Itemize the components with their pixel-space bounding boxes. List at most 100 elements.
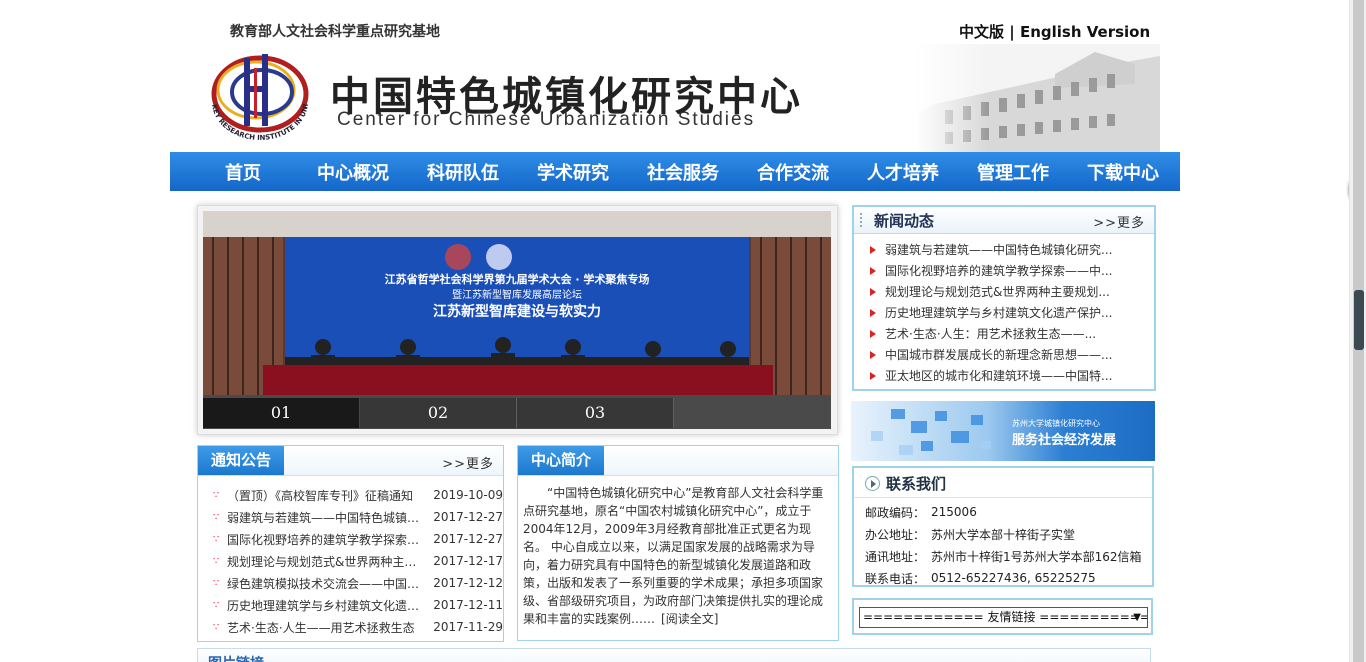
list-item: ∵ （置顶）《高校智库专刊》征稿通知 2019-10-09 bbox=[213, 484, 503, 506]
slide-photo[interactable]: 江苏省哲学社会科学界第九届学术大会 · 学术聚焦专场 暨江苏新型智库发展高层论坛… bbox=[203, 211, 831, 429]
bullet-icon: ∵ bbox=[213, 599, 220, 611]
notice-link[interactable]: 艺术·生态·人生——用艺术拯救生态 bbox=[227, 619, 422, 636]
contact-key: 邮政编码： bbox=[865, 505, 926, 520]
contact-value: 0512-65227436, 65225275 bbox=[931, 571, 1096, 585]
bullet-icon: ∵ bbox=[213, 577, 220, 589]
contact-value: 215006 bbox=[931, 505, 977, 519]
news-title: 新闻动态 bbox=[874, 212, 935, 230]
news-more-link[interactable]: >>更多 bbox=[1093, 212, 1145, 231]
page: 教育部人文社会科学重点研究基地 中文版 | English Version KE… bbox=[0, 0, 1366, 662]
slide-tab-1[interactable]: 01 bbox=[203, 398, 360, 428]
building-illustration bbox=[915, 44, 1160, 152]
notice-header: 通知公告 >>更多 bbox=[198, 446, 503, 476]
picture-links-panel: 图片链接 bbox=[197, 648, 1151, 662]
notice-date: 2019-10-09 bbox=[433, 488, 503, 502]
intro-text: “中国特色城镇化研究中心”是教育部人文社会科学重点研究基地，原名“中国农村城镇化… bbox=[518, 476, 838, 628]
notice-title: 通知公告 bbox=[198, 446, 285, 475]
slide-banner-line1: 江苏省哲学社会科学界第九届学术大会 · 学术聚焦专场 bbox=[385, 272, 650, 286]
notice-link[interactable]: 弱建筑与若建筑——中国特色城镇化研究中心 bbox=[227, 509, 422, 526]
notice-link[interactable]: 规划理论与规划范式&世界两种主要规划 bbox=[227, 553, 422, 570]
arrow-icon bbox=[870, 371, 876, 380]
notice-panel: 通知公告 >>更多 ∵ （置顶）《高校智库专刊》征稿通知 2019-10-09 ∵ 弱… bbox=[197, 445, 504, 642]
list-item: 中国城市群发展成长的新理念新思想——... bbox=[870, 344, 1154, 365]
news-link[interactable]: 艺术·生态·人生：用艺术拯救生态——... bbox=[885, 325, 1096, 342]
news-link[interactable]: 中国城市群发展成长的新理念新思想——... bbox=[885, 346, 1112, 363]
nav-talent[interactable]: 人才培养 bbox=[848, 159, 958, 185]
side-handle[interactable] bbox=[1354, 290, 1364, 350]
contact-key: 通讯地址： bbox=[865, 549, 926, 564]
contact-panel: 联系我们 邮政编码： 215006 办公地址： 苏州大学本部十梓街子实堂 通讯地址：… bbox=[852, 466, 1154, 587]
notice-more-link[interactable]: >>更多 bbox=[442, 453, 494, 472]
nav-downloads[interactable]: 下载中心 bbox=[1068, 159, 1178, 185]
nav-social-service[interactable]: 社会服务 bbox=[628, 159, 738, 185]
friend-links-value: ============ 友情链接 ============ bbox=[863, 610, 1148, 624]
contact-value: 苏州市十梓街1号苏州大学本部162信箱 bbox=[931, 549, 1142, 564]
contact-header: 联系我们 bbox=[854, 468, 1152, 498]
service-banner[interactable]: 苏州大学城镇化研究中心 服务社会经济发展 bbox=[851, 401, 1155, 461]
list-item: ∵ 历史地理建筑学与乡村建筑文化遗产保护 2017-12-11 bbox=[213, 594, 503, 616]
contact-value: 苏州大学本部十梓街子实堂 bbox=[931, 527, 1076, 542]
bullet-icon: ∵ bbox=[213, 621, 220, 633]
language-switcher: 中文版 | English Version bbox=[959, 21, 1150, 42]
grip-icon bbox=[860, 213, 864, 227]
notice-link[interactable]: 绿色建筑模拟技术交流会——中国特色城镇化 bbox=[227, 575, 422, 592]
arrow-icon bbox=[870, 266, 876, 275]
list-item: 亚太地区的城市化和建筑环境——中国特... bbox=[870, 365, 1154, 386]
nav-academic-research[interactable]: 学术研究 bbox=[518, 159, 628, 185]
chevron-down-icon: ▼ bbox=[1133, 612, 1141, 623]
arrow-icon bbox=[870, 329, 876, 338]
news-panel: 新闻动态 >>更多 弱建筑与若建筑——中国特色城镇化研究... 国际化视野培养的… bbox=[852, 205, 1156, 391]
list-item: ∵ 弱建筑与若建筑——中国特色城镇化研究中心 2017-12-27 bbox=[213, 506, 503, 528]
notice-date: 2017-11-29 bbox=[433, 620, 503, 634]
friend-links-select[interactable]: ============ 友情链接 ============ ▼ bbox=[859, 607, 1148, 628]
notice-link[interactable]: 国际化视野培养的建筑学教学探索——中国 bbox=[227, 531, 422, 548]
slide-banner-line3: 江苏新型智库建设与软实力 bbox=[433, 303, 601, 320]
contact-list: 邮政编码： 215006 办公地址： 苏州大学本部十梓街子实堂 通讯地址： 苏州市十梓… bbox=[854, 498, 1152, 589]
institute-logo[interactable]: KEY RESEARCH INSTITUTE IN UNIVERSITY bbox=[200, 50, 320, 142]
list-item: ∵ 规划理论与规划范式&世界两种主要规划 2017-12-17 bbox=[213, 550, 503, 572]
list-item: 弱建筑与若建筑——中国特色城镇化研究... bbox=[870, 239, 1154, 260]
nav-research-team[interactable]: 科研队伍 bbox=[408, 159, 518, 185]
site-subtitle: Center for Chinese Urbanization Studies bbox=[337, 109, 756, 130]
contact-key: 办公地址： bbox=[865, 527, 926, 542]
notice-link[interactable]: （置顶）《高校智库专刊》征稿通知 bbox=[227, 487, 422, 504]
contact-title: 联系我们 bbox=[886, 475, 947, 493]
contact-row: 邮政编码： 215006 bbox=[865, 501, 1152, 523]
nav-home[interactable]: 首页 bbox=[188, 159, 298, 185]
play-circle-icon bbox=[865, 476, 880, 491]
vertical-scrollbar[interactable] bbox=[1349, 0, 1366, 662]
list-item: 历史地理建筑学与乡村建筑文化遗产保护... bbox=[870, 302, 1154, 323]
nav-overview[interactable]: 中心概况 bbox=[298, 159, 408, 185]
read-more-link[interactable]: [阅读全文] bbox=[661, 612, 718, 626]
news-link[interactable]: 历史地理建筑学与乡村建筑文化遗产保护... bbox=[885, 304, 1112, 321]
arrow-icon bbox=[870, 245, 876, 254]
news-header: 新闻动态 >>更多 bbox=[854, 207, 1154, 234]
news-list: 弱建筑与若建筑——中国特色城镇化研究... 国际化视野培养的建筑学教学探索——中… bbox=[854, 234, 1154, 386]
friend-links-box: ============ 友情链接 ============ ▼ bbox=[852, 598, 1153, 635]
news-link[interactable]: 国际化视野培养的建筑学教学探索——中... bbox=[885, 262, 1112, 279]
nav-management[interactable]: 管理工作 bbox=[958, 159, 1068, 185]
news-link[interactable]: 亚太地区的城市化和建筑环境——中国特... bbox=[885, 367, 1112, 384]
bullet-icon: ∵ bbox=[213, 489, 220, 501]
list-item: ∵ 绿色建筑模拟技术交流会——中国特色城镇化 2017-12-12 bbox=[213, 572, 503, 594]
intro-body: “中国特色城镇化研究中心”是教育部人文社会科学重点研究基地，原名“中国农村城镇化… bbox=[523, 486, 824, 626]
intro-title: 中心简介 bbox=[518, 446, 605, 475]
english-version-link[interactable]: English Version bbox=[1020, 23, 1150, 41]
notice-date: 2017-12-27 bbox=[433, 532, 503, 546]
slide-tab-3[interactable]: 03 bbox=[517, 398, 674, 428]
news-link[interactable]: 规划理论与规划范式&世界两种主要规划... bbox=[885, 283, 1110, 300]
news-link[interactable]: 弱建筑与若建筑——中国特色城镇化研究... bbox=[885, 241, 1112, 258]
chinese-version-link[interactable]: 中文版 bbox=[959, 23, 1004, 41]
list-item: ∵ 艺术·生态·人生——用艺术拯救生态 2017-11-29 bbox=[213, 616, 503, 638]
list-item: 国际化视野培养的建筑学教学探索——中... bbox=[870, 260, 1154, 281]
picture-links-title: 图片链接 bbox=[208, 653, 264, 662]
nav-cooperation[interactable]: 合作交流 bbox=[738, 159, 848, 185]
cubes-graphic bbox=[871, 409, 991, 455]
arrow-icon bbox=[870, 308, 876, 317]
language-separator: | bbox=[1009, 23, 1015, 41]
contact-row: 办公地址： 苏州大学本部十梓街子实堂 bbox=[865, 523, 1152, 545]
slide-tab-2[interactable]: 02 bbox=[360, 398, 517, 428]
notice-link[interactable]: 历史地理建筑学与乡村建筑文化遗产保护 bbox=[227, 597, 422, 614]
contact-row: 联系电话： 0512-65227436, 65225275 bbox=[865, 567, 1152, 589]
base-label: 教育部人文社会科学重点研究基地 bbox=[230, 24, 440, 40]
